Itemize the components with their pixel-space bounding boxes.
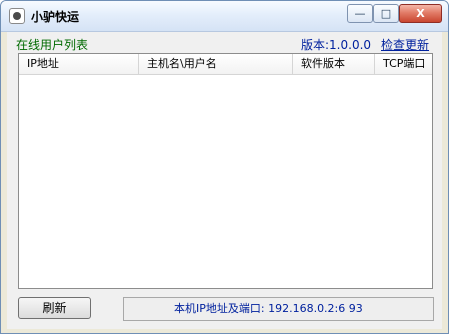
list-header: IP地址 主机名\用户名 软件版本 TCP端口 (19, 54, 432, 75)
close-button[interactable]: X (399, 4, 442, 23)
app-icon (9, 8, 25, 24)
main-panel: 在线用户列表 版本:1.0.0.0 检查更新 IP地址 主机名\用户名 软件版本… (7, 32, 442, 329)
app-window: 小驴快运 — □ X 在线用户列表 版本:1.0.0.0 检查更新 IP地址 主… (0, 0, 449, 334)
column-header-hostname[interactable]: 主机名\用户名 (139, 54, 293, 74)
version-label: 版本:1.0.0.0 (301, 38, 372, 52)
title-bar[interactable]: 小驴快运 — □ X (1, 1, 448, 32)
column-header-tcp-port[interactable]: TCP端口 (375, 54, 432, 74)
window-title: 小驴快运 (31, 10, 80, 24)
online-users-label: 在线用户列表 (16, 38, 89, 52)
minimize-button[interactable]: — (347, 4, 373, 23)
check-update-link[interactable]: 检查更新 (381, 36, 429, 53)
column-header-ip[interactable]: IP地址 (19, 54, 139, 74)
online-users-list[interactable]: IP地址 主机名\用户名 软件版本 TCP端口 (18, 53, 433, 289)
refresh-button[interactable]: 刷新 (18, 297, 91, 319)
column-header-software-version[interactable]: 软件版本 (293, 54, 375, 74)
maximize-button[interactable]: □ (373, 4, 399, 23)
local-address-status: 本机IP地址及端口: 192.168.0.2:6 93 (123, 297, 434, 321)
